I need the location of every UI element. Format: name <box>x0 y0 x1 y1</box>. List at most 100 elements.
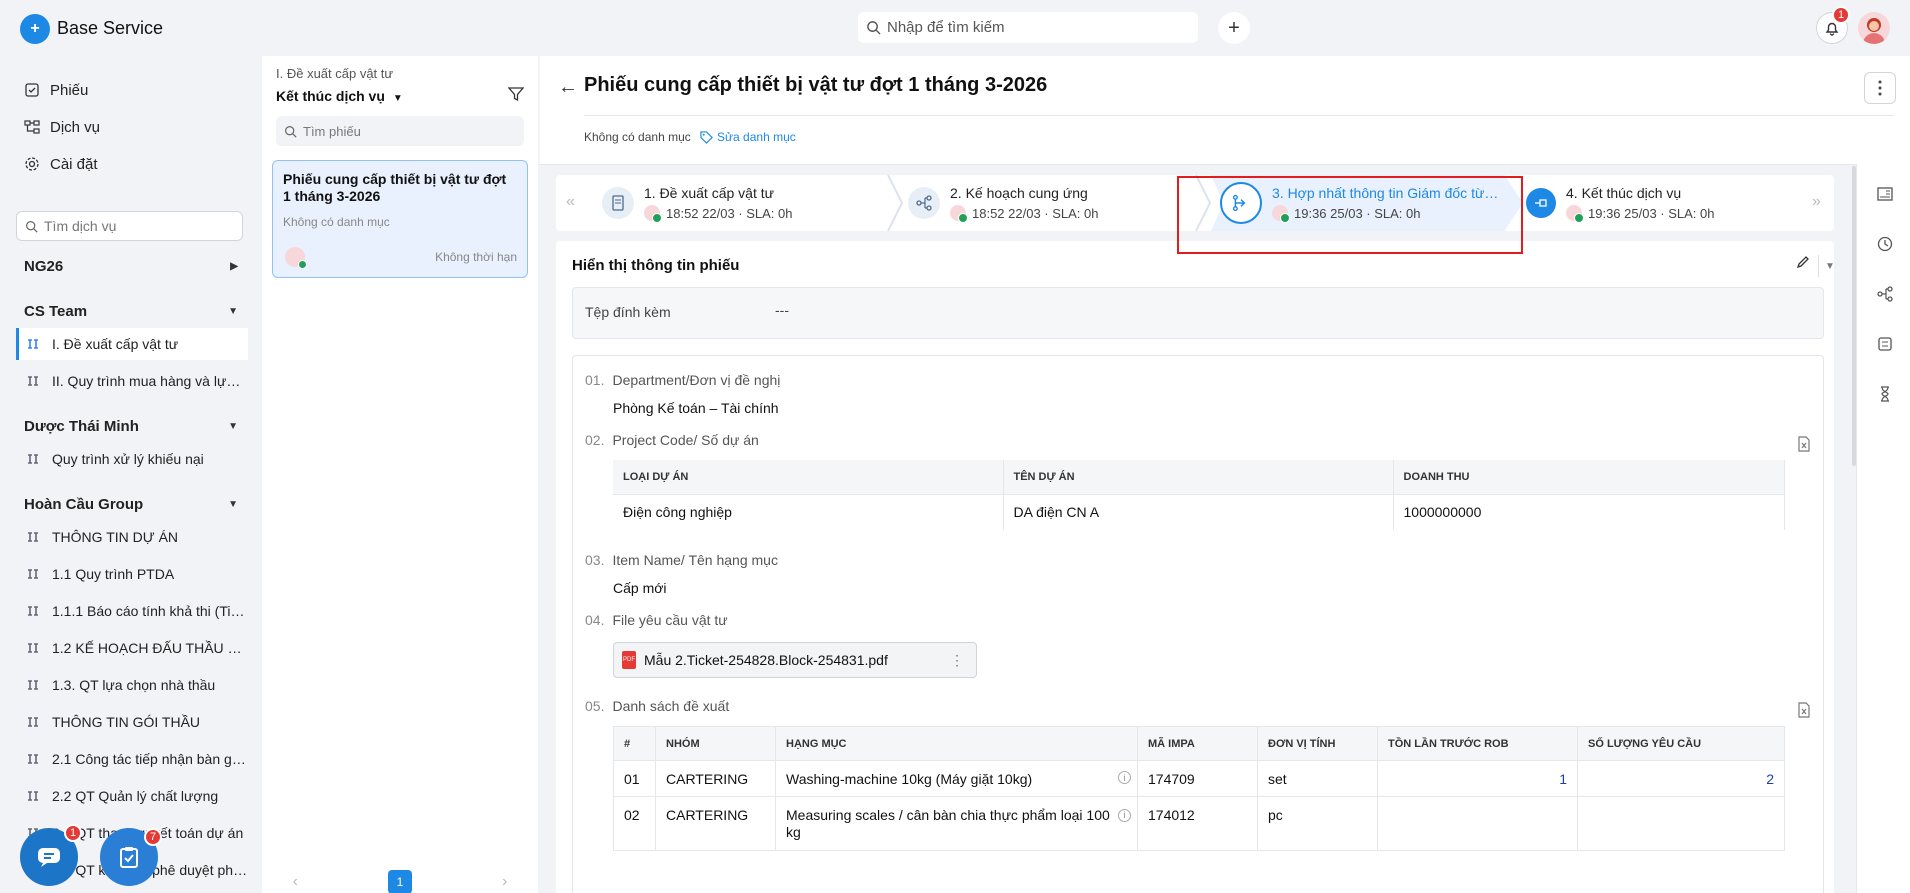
workflow-icon <box>28 532 38 542</box>
chevron-down-icon: ▼ <box>228 305 238 317</box>
list-breadcrumb: I. Đề xuất cấp vật tư <box>276 66 394 81</box>
right-toolbar <box>1856 164 1910 893</box>
nav-tickets[interactable]: Phiếu <box>24 78 88 102</box>
workflow-icon <box>28 680 38 690</box>
sidebar-item-hc-4[interactable]: 1.3. QT lựa chọn nhà thầu <box>16 669 248 701</box>
sidebar-item-de-xuat-cap-vat-tu[interactable]: I. Đề xuất cấp vật tư <box>16 328 248 360</box>
avatar <box>950 205 968 223</box>
attachment-value: --- <box>775 302 789 318</box>
sidebar-item-hc-1[interactable]: 1.1 Quy trình PTDA <box>16 558 248 590</box>
search-icon <box>285 125 297 138</box>
global-search-input[interactable]: Nhập để tìm kiếm <box>858 12 1198 43</box>
next-page-button[interactable]: › <box>502 873 507 891</box>
export-excel-icon[interactable] <box>1797 702 1811 718</box>
workflow-icon <box>28 754 38 764</box>
file-attachment[interactable]: PDF Mẫu 2.Ticket-254828.Block-254831.pdf… <box>613 642 977 678</box>
pencil-icon[interactable] <box>1796 255 1810 269</box>
sidebar-item-label: 1.1.1 Báo cáo tính khả thi (Tiền khả thi… <box>52 603 248 619</box>
more-vertical-icon <box>1878 80 1882 96</box>
ticket-icon <box>25 83 39 97</box>
step-2[interactable]: 2. Kế hoạch cung ứng 18:52 22/03 · SLA: 0… <box>908 175 1158 231</box>
user-avatar[interactable] <box>1858 12 1890 44</box>
sidebar-item-hc-0[interactable]: THÔNG TIN DỰ ÁN <box>16 521 248 553</box>
edit-category-link[interactable]: Sửa danh mục <box>700 130 796 144</box>
info-icon[interactable]: i <box>1118 771 1131 784</box>
divider <box>584 115 1894 116</box>
group-duoc-thai-minh-label: Dược Thái Minh <box>24 417 139 435</box>
info-icon[interactable]: i <box>1118 809 1131 822</box>
status-filter-dropdown[interactable]: Kết thúc dịch vụ ▼ <box>276 88 403 104</box>
sidebar-item-hc-3[interactable]: 1.2 KẾ HOẠCH ĐẤU THẦU CHI TIẾT <box>16 632 248 664</box>
step-4-meta: 19:36 25/03 · SLA: 0h <box>1588 205 1715 221</box>
table-cell: 2 <box>1577 760 1785 797</box>
checklist-icon[interactable] <box>1877 336 1893 352</box>
field-1-label: 01. Department/Đơn vị đề nghị <box>585 372 781 388</box>
prev-page-button[interactable]: ‹ <box>293 873 298 891</box>
table-header: Loại dự án <box>613 460 1004 494</box>
table-header: Doanh thu <box>1393 460 1785 494</box>
chevron-right-icon: ▶ <box>230 260 238 272</box>
table-cell: Điện công nghiệp <box>613 493 1004 530</box>
clock-icon[interactable] <box>1877 236 1893 252</box>
field-2-label: 02. Project Code/ Số dự án <box>585 432 759 448</box>
ticket-list-panel: I. Đề xuất cấp vật tư Kết thúc dịch vụ ▼ … <box>262 56 538 893</box>
workflow-tree-icon[interactable] <box>1877 286 1893 302</box>
section-title: Hiển thị thông tin phiếu <box>572 257 740 274</box>
step-4[interactable]: 4. Kết thúc dịch vụ 19:36 25/03 · SLA: 0h <box>1526 175 1796 231</box>
group-cs-team[interactable]: CS Team ▼ <box>24 300 238 322</box>
sidebar-item-label: 1.2 KẾ HOẠCH ĐẤU THẦU CHI TIẾT <box>52 640 248 656</box>
sidebar-item-hc-6[interactable]: 2.1 Công tác tiếp nhận bàn giao <box>16 743 248 775</box>
service-search-input[interactable]: Tìm dịch vụ <box>16 211 243 241</box>
sidebar-item-xu-ly-khieu-nai[interactable]: Quy trình xử lý khiếu nại <box>16 443 248 475</box>
chevron-down-icon: ▼ <box>228 498 238 510</box>
group-duoc-thai-minh[interactable]: Dược Thái Minh ▼ <box>24 415 238 437</box>
workflow-icon <box>28 643 38 653</box>
back-arrow-icon[interactable]: ← <box>558 76 578 99</box>
export-excel-icon[interactable] <box>1797 436 1811 452</box>
table-cell: CARTERING <box>655 796 776 851</box>
sidebar-item-quy-trinh-mua-hang[interactable]: II. Quy trình mua hàng và lựa chọn NCC <box>16 365 248 397</box>
ticket-info-section: Hiển thị thông tin phiếu ▼ Tệp đính kèm … <box>556 241 1835 893</box>
app-logo[interactable]: + <box>20 14 50 44</box>
step-1-meta: 18:52 22/03 · SLA: 0h <box>666 205 793 221</box>
table-cell: CARTERING <box>655 760 776 797</box>
step-1[interactable]: 1. Đề xuất cấp vật tư 18:52 22/03 · SLA: … <box>602 175 842 231</box>
add-button[interactable]: + <box>1218 12 1250 44</box>
proposal-table: # Nhóm Hạng mục Mã IMPA Đơn vị tính Tồn … <box>613 726 1785 851</box>
step-4-name: 4. Kết thúc dịch vụ <box>1566 185 1682 201</box>
attachment-row: Tệp đính kèm --- <box>572 287 1824 339</box>
steps-prev-icon[interactable]: « <box>566 193 575 211</box>
top-bar: + Base Service Nhập để tìm kiếm + 1 <box>0 0 1910 56</box>
caret-down-icon[interactable]: ▼ <box>1818 255 1835 277</box>
table-header: Tên dự án <box>1003 460 1394 494</box>
sidebar-item-hc-7[interactable]: 2.2 QT Quản lý chất lượng <box>16 780 248 812</box>
hourglass-icon[interactable] <box>1877 386 1893 402</box>
filter-icon[interactable] <box>508 86 524 102</box>
attachment-label: Tệp đính kèm <box>585 304 671 320</box>
step-separator <box>887 175 904 231</box>
page-number-button[interactable]: 1 <box>388 870 412 893</box>
table-cell <box>1377 796 1578 851</box>
nav-services[interactable]: Dịch vụ <box>24 115 100 139</box>
sidebar-item-hc-5[interactable]: THÔNG TIN GÓI THẦU <box>16 706 248 738</box>
table-header: Tồn lần trước ROB <box>1377 726 1578 761</box>
details-icon[interactable] <box>1877 186 1893 202</box>
sidebar-item-hc-2[interactable]: 1.1.1 Báo cáo tính khả thi (Tiền khả thi… <box>16 595 248 627</box>
group-hoan-cau[interactable]: Hoàn Cầu Group ▼ <box>24 493 238 515</box>
ticket-card[interactable]: Phiếu cung cấp thiết bị vật tư đợt 1 thá… <box>272 160 528 278</box>
table-row: Điện công nghiệp DA điện CN A 1000000000 <box>613 493 1785 530</box>
nav-services-label: Dịch vụ <box>50 118 101 136</box>
group-ng26[interactable]: NG26 ▶ <box>24 255 238 277</box>
ticket-title: Phiếu cung cấp thiết bị vật tư đợt 1 thá… <box>584 74 1048 96</box>
sidebar-item-label: I. Đề xuất cấp vật tư <box>52 336 179 352</box>
ticket-search-input[interactable]: Tìm phiếu <box>276 116 524 146</box>
table-cell: 174709 <box>1137 760 1258 797</box>
flow-icon <box>908 187 940 219</box>
more-options-button[interactable] <box>1864 72 1896 104</box>
file-menu-icon[interactable]: ⋮ <box>950 652 964 669</box>
ticket-card-title: Phiếu cung cấp thiết bị vật tư đợt 1 thá… <box>283 171 507 204</box>
steps-next-icon[interactable]: » <box>1812 193 1821 211</box>
sidebar-item-label: 2.2 QT Quản lý chất lượng <box>52 788 219 804</box>
nav-settings[interactable]: Cài đặt <box>24 152 98 176</box>
pagination: ‹ 1 › <box>262 870 538 893</box>
